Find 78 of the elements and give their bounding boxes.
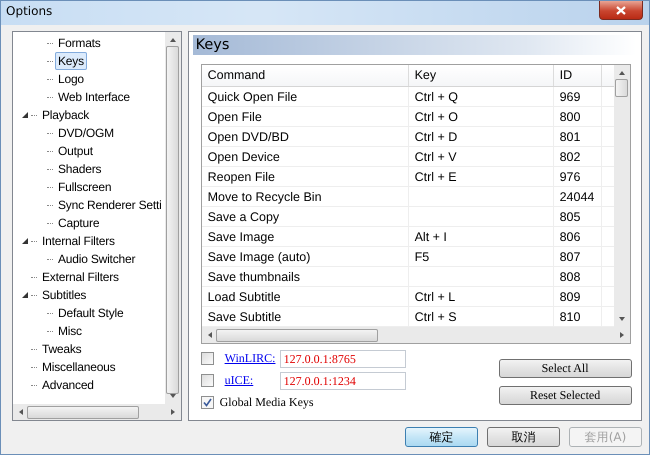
tree-item[interactable]: Shaders <box>55 160 104 178</box>
table-cell: Ctrl + L <box>408 287 554 306</box>
tree-item[interactable]: External Filters <box>39 268 122 286</box>
address-field[interactable]: 127.0.0.1:1234 <box>280 372 406 390</box>
vertical-scrollbar[interactable] <box>614 65 630 327</box>
tree-item[interactable]: Tweaks <box>39 340 84 358</box>
table-cell: Quick Open File <box>202 87 409 106</box>
table-cell: Ctrl + O <box>408 107 554 126</box>
table-cell: Save thumbnails <box>202 267 409 286</box>
checkbox[interactable] <box>200 352 214 365</box>
horizontal-scrollbar[interactable] <box>202 327 630 343</box>
tree-item[interactable]: Output <box>55 142 96 160</box>
table-cell: Ctrl + Q <box>408 87 554 106</box>
table-cell: 24044 <box>554 187 602 206</box>
link[interactable]: uICE: <box>224 373 280 388</box>
table-cell: 800 <box>554 107 602 126</box>
table-cell: Ctrl + S <box>408 307 554 326</box>
table-cell: Save a Copy <box>202 207 409 226</box>
table-cell: 802 <box>554 147 602 166</box>
collapse-icon[interactable] <box>22 112 29 118</box>
table-cell: Load Subtitle <box>202 287 409 306</box>
table-cell: Open File <box>202 107 409 126</box>
action-button[interactable]: Select All <box>498 359 632 378</box>
column-header[interactable]: ID <box>554 65 602 86</box>
tree-item[interactable]: Subtitles <box>39 286 90 304</box>
close-icon <box>616 6 626 14</box>
table-cell: Save Image <box>202 227 409 246</box>
dialog-button[interactable]: 確定 <box>405 427 478 447</box>
table-cell: F5 <box>408 247 554 266</box>
table-cell: 807 <box>554 247 602 266</box>
tree-item[interactable]: DVD/OGM <box>55 124 117 142</box>
tree-item[interactable]: Fullscreen <box>55 178 114 196</box>
column-header[interactable]: Key <box>408 65 554 86</box>
tree-item[interactable]: Advanced <box>39 376 97 394</box>
tree-item[interactable]: Capture <box>55 214 102 232</box>
table-cell: 805 <box>554 207 602 226</box>
table-cell: 808 <box>554 267 602 286</box>
table-cell: Ctrl + V <box>408 147 554 166</box>
table-cell: Move to Recycle Bin <box>202 187 409 206</box>
collapse-icon[interactable] <box>22 238 29 244</box>
action-button[interactable]: Reset Selected <box>498 386 632 405</box>
dialog-button[interactable]: 取消 <box>487 427 560 447</box>
table-cell: Alt + I <box>408 227 554 246</box>
table-cell: 801 <box>554 127 602 146</box>
tree-item[interactable]: Keys <box>55 52 87 70</box>
tree-item[interactable]: Misc <box>55 322 85 340</box>
checkbox[interactable] <box>200 374 214 387</box>
checkbox[interactable] <box>200 396 214 409</box>
table-cell: Open Device <box>202 147 409 166</box>
table-cell: 809 <box>554 287 602 306</box>
table-cell: Open DVD/BD <box>202 127 409 146</box>
checkbox-label[interactable]: Global Media Keys <box>220 395 314 410</box>
tree-item[interactable]: Internal Filters <box>39 232 118 250</box>
table-cell: 806 <box>554 227 602 246</box>
tree-item[interactable]: Sync Renderer Setti <box>55 196 165 214</box>
tree-item[interactable]: Miscellaneous <box>39 358 118 376</box>
window-title: Options <box>5 3 52 18</box>
horizontal-scrollbar[interactable] <box>13 404 181 420</box>
table-cell: Save Image (auto) <box>202 247 409 266</box>
table-cell: 810 <box>554 307 602 326</box>
tree-item[interactable]: Logo <box>55 70 87 88</box>
tree-item[interactable]: Default Style <box>55 304 126 322</box>
link[interactable]: WinLIRC: <box>224 351 280 366</box>
table-cell: 969 <box>554 87 602 106</box>
vertical-scrollbar[interactable] <box>164 32 181 404</box>
column-header[interactable]: Command <box>202 65 409 86</box>
collapse-icon[interactable] <box>22 292 29 298</box>
tree-item[interactable]: Playback <box>39 106 92 124</box>
table-cell: Save Subtitle <box>202 307 409 326</box>
table-cell: 976 <box>554 167 602 186</box>
tree-item[interactable]: Web Interface <box>55 88 133 106</box>
table-cell: Ctrl + E <box>408 167 554 186</box>
address-field[interactable]: 127.0.0.1:8765 <box>280 350 406 368</box>
tree-item[interactable]: Audio Switcher <box>55 250 138 268</box>
table-cell: Reopen File <box>202 167 409 186</box>
tree-item[interactable]: Formats <box>55 34 104 52</box>
table-cell: Ctrl + D <box>408 127 554 146</box>
close-button[interactable] <box>599 1 643 20</box>
